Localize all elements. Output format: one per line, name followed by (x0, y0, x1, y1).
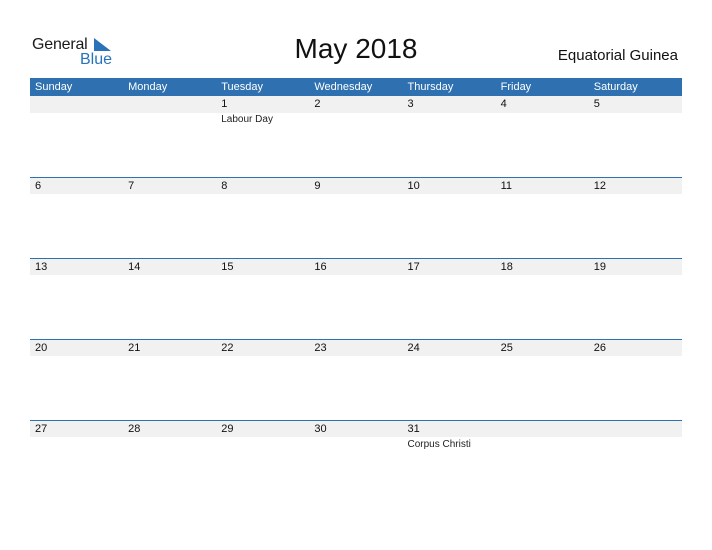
week-row: 20 21 22 23 24 25 26 (30, 339, 682, 420)
day-number: 1 (221, 98, 228, 110)
holiday-label: Labour Day (221, 114, 273, 125)
day-cell: 30 (309, 421, 402, 450)
week-cells: 1 Labour Day 2 3 4 5 (30, 96, 682, 125)
day-number: 29 (221, 423, 234, 435)
day-number: 17 (407, 261, 420, 273)
day-cell: 7 (123, 178, 216, 196)
day-cell: 3 (403, 96, 496, 125)
day-number: 15 (221, 261, 234, 273)
day-cell (496, 421, 589, 450)
day-cell: 29 (216, 421, 309, 450)
day-cell: 25 (496, 340, 589, 358)
day-number (594, 421, 682, 438)
day-cell (123, 96, 216, 125)
day-cell: 18 (496, 259, 589, 277)
day-number: 26 (593, 342, 606, 354)
day-cell (589, 421, 682, 450)
day-number: 8 (221, 180, 228, 192)
day-number: 18 (500, 261, 513, 273)
day-cell: 23 (309, 340, 402, 358)
day-number: 16 (314, 261, 327, 273)
day-number: 12 (593, 180, 606, 192)
day-number: 9 (314, 180, 321, 192)
weekday-saturday: Saturday (593, 81, 638, 93)
day-number (128, 96, 216, 113)
week-cells: 20 21 22 23 24 25 26 (30, 340, 682, 358)
holiday-label: Corpus Christi (407, 439, 471, 450)
day-number: 4 (500, 98, 507, 110)
day-number: 13 (35, 261, 48, 273)
week-row: 13 14 15 16 17 18 19 (30, 258, 682, 339)
day-number: 31 (407, 423, 420, 435)
day-number: 23 (314, 342, 327, 354)
week-cells: 6 7 8 9 10 11 12 (30, 178, 682, 196)
day-cell: 22 (216, 340, 309, 358)
day-number: 2 (314, 98, 321, 110)
day-number: 7 (128, 180, 135, 192)
day-number: 21 (128, 342, 141, 354)
weekday-wednesday: Wednesday (314, 81, 373, 93)
weekday-tuesday: Tuesday (221, 81, 264, 93)
weekday-monday: Monday (128, 81, 168, 93)
day-number: 27 (35, 423, 48, 435)
day-cell (30, 96, 123, 125)
day-cell: 26 (589, 340, 682, 358)
calendar-grid: Sunday Monday Tuesday Wednesday Thursday… (30, 78, 682, 501)
day-cell: 1 Labour Day (216, 96, 309, 125)
day-number: 6 (35, 180, 42, 192)
day-cell: 20 (30, 340, 123, 358)
day-number: 10 (407, 180, 420, 192)
week-cells: 27 28 29 30 31 Corpus Christi (30, 421, 682, 450)
week-row: 6 7 8 9 10 11 12 (30, 177, 682, 258)
day-number: 11 (500, 180, 513, 192)
weekday-sunday: Sunday (35, 81, 73, 93)
day-number: 24 (407, 342, 420, 354)
week-row: 1 Labour Day 2 3 4 5 (30, 96, 682, 177)
day-cell: 13 (30, 259, 123, 277)
weeks-container: 1 Labour Day 2 3 4 5 6 7 8 9 10 11 12 13 14 15 16 17 18 19 2… (30, 96, 682, 501)
day-cell: 9 (309, 178, 402, 196)
day-number: 22 (221, 342, 234, 354)
day-cell: 2 (309, 96, 402, 125)
country-name: Equatorial Guinea (557, 47, 678, 64)
week-cells: 13 14 15 16 17 18 19 (30, 259, 682, 277)
weekday-header: Sunday Monday Tuesday Wednesday Thursday… (30, 78, 682, 96)
day-cell: 31 Corpus Christi (403, 421, 496, 450)
day-number: 30 (314, 423, 327, 435)
week-row: 27 28 29 30 31 Corpus Christi (30, 420, 682, 501)
day-cell: 15 (216, 259, 309, 277)
day-number: 25 (500, 342, 513, 354)
day-number: 14 (128, 261, 141, 273)
day-number: 5 (593, 98, 600, 110)
day-cell: 17 (403, 259, 496, 277)
day-cell: 19 (589, 259, 682, 277)
day-cell: 8 (216, 178, 309, 196)
day-cell: 5 (589, 96, 682, 125)
day-cell: 11 (496, 178, 589, 196)
day-cell: 16 (309, 259, 402, 277)
day-cell: 21 (123, 340, 216, 358)
day-number: 3 (407, 98, 414, 110)
day-number (35, 96, 123, 113)
weekday-thursday: Thursday (407, 81, 454, 93)
day-cell: 24 (403, 340, 496, 358)
day-cell: 27 (30, 421, 123, 450)
day-number (501, 421, 589, 438)
weekday-friday: Friday (500, 81, 532, 93)
day-number: 28 (128, 423, 141, 435)
day-cell: 4 (496, 96, 589, 125)
day-number: 19 (593, 261, 606, 273)
day-cell: 28 (123, 421, 216, 450)
day-cell: 10 (403, 178, 496, 196)
day-cell: 12 (589, 178, 682, 196)
day-cell: 14 (123, 259, 216, 277)
day-cell: 6 (30, 178, 123, 196)
day-number: 20 (35, 342, 48, 354)
